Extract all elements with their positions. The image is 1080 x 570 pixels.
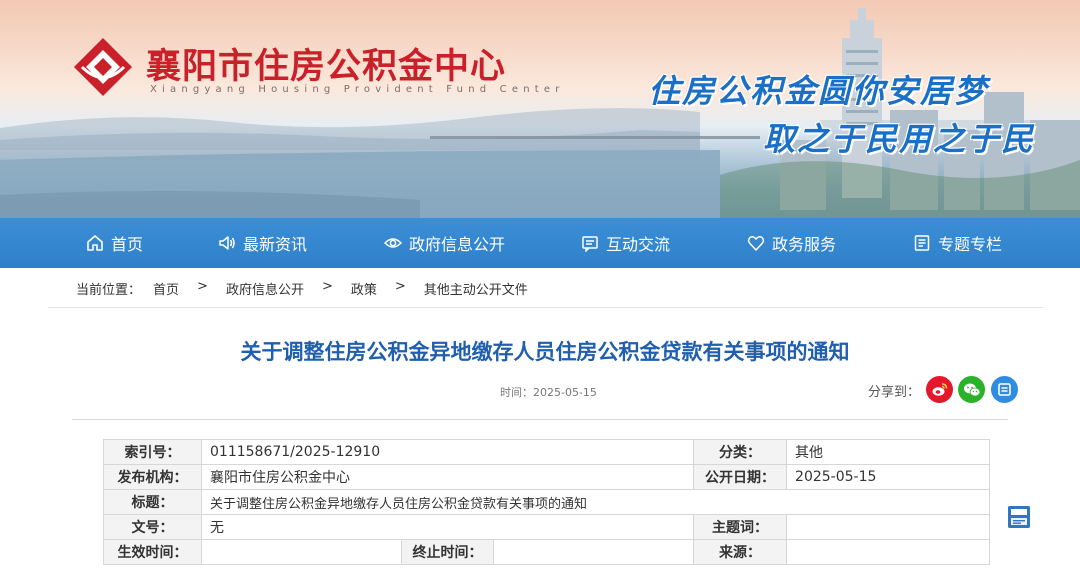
breadcrumb-separator: > <box>197 279 208 294</box>
index-value: 011158671/2025-12910 <box>200 439 695 465</box>
site-logo[interactable] <box>72 36 134 98</box>
nav-label-news: 最新资讯 <box>243 235 308 254</box>
breadcrumb-divider <box>48 307 1043 308</box>
category-label: 分类： <box>693 439 788 465</box>
document-info-table: 索引号： 011158671/2025-12910 分类： 其他 发布机构： 襄… <box>103 439 991 565</box>
share-wechat-button[interactable] <box>958 376 985 403</box>
subject-value <box>786 514 991 540</box>
heart-icon <box>747 236 765 251</box>
gov-badge-icon <box>1008 506 1030 528</box>
message-icon <box>582 236 598 252</box>
breadcrumb-link-policy[interactable]: 政策 <box>351 279 377 298</box>
category-value: 其他 <box>786 439 991 465</box>
article-header-divider <box>72 419 1008 420</box>
logo-icon <box>74 38 132 96</box>
eye-icon <box>384 238 402 248</box>
table-row: 发布机构： 襄阳市住房公积金中心 公开日期： 2025-05-15 <box>103 464 991 490</box>
speaker-icon <box>219 236 235 250</box>
effective-value <box>201 539 402 565</box>
breadcrumb-separator: > <box>394 279 406 294</box>
docno-label: 文号： <box>103 514 202 540</box>
effective-label: 生效时间： <box>103 539 202 565</box>
title-label: 标题： <box>103 489 202 515</box>
breadcrumb-link-other-docs[interactable]: 其他主动公开文件 <box>424 279 528 298</box>
breadcrumb: 当前位置： 首页 > 政府信息公开 > 政策 > 其他主动公开文件 <box>76 279 528 298</box>
share-qzone-button[interactable] <box>991 376 1018 403</box>
table-row: 文号： 无 主题词： <box>103 514 991 540</box>
docno-value: 无 <box>200 514 695 540</box>
share-label: 分享到： <box>868 385 921 400</box>
table-row: 索引号： 011158671/2025-12910 分类： 其他 <box>103 439 991 465</box>
header-banner: 襄阳市住房公积金中心 Xiangyang Housing Provident F… <box>0 0 1080 218</box>
nav-item-news[interactable]: 最新资讯 <box>218 218 307 268</box>
nav-item-home[interactable]: 首页 <box>86 218 143 268</box>
slogan-line-2: 取之于民用之于民 <box>763 120 1036 158</box>
home-icon <box>87 235 103 251</box>
nav-item-gov-info[interactable]: 政府信息公开 <box>384 218 505 268</box>
breadcrumb-link-gov-info[interactable]: 政府信息公开 <box>226 279 304 298</box>
table-row: 标题： 关于调整住房公积金异地缴存人员住房公积金贷款有关事项的通知 <box>103 489 991 515</box>
qzone-icon <box>998 383 1011 396</box>
site-subtitle: Xiangyang Housing Provident Fund Center <box>150 84 565 95</box>
site-title: 襄阳市住房公积金中心 <box>146 47 507 87</box>
table-row: 生效时间： 终止时间： 来源： <box>103 539 991 565</box>
expire-value <box>492 539 695 565</box>
index-label: 索引号： <box>103 439 202 465</box>
nav-label-gov-info: 政府信息公开 <box>409 235 506 254</box>
expire-label: 终止时间： <box>401 539 494 565</box>
title-value: 关于调整住房公积金异地缴存人员住房公积金贷款有关事项的通知 <box>200 489 991 515</box>
pubdate-value: 2025-05-15 <box>786 464 991 490</box>
publisher-label: 发布机构： <box>103 464 202 490</box>
article-title: 关于调整住房公积金异地缴存人员住房公积金贷款有关事项的通知 <box>240 340 850 364</box>
breadcrumb-prefix: 当前位置： <box>76 283 142 298</box>
nav-label-services: 政务服务 <box>772 235 837 254</box>
document-icon <box>914 235 930 251</box>
nav-item-topics[interactable]: 专题专栏 <box>913 218 1002 268</box>
nav-item-services[interactable]: 政务服务 <box>747 218 836 268</box>
nav-item-interaction[interactable]: 互动交流 <box>581 218 670 268</box>
publish-time: 时间：2025-05-15 <box>500 386 597 399</box>
pubdate-label: 公开日期： <box>693 464 788 490</box>
nav-label-topics: 专题专栏 <box>938 235 1003 254</box>
breadcrumb-link-home[interactable]: 首页 <box>153 279 179 298</box>
nav-label-home: 首页 <box>111 235 144 254</box>
slogan-line-1: 住房公积金圆你安居梦 <box>648 72 989 110</box>
source-value <box>786 539 991 565</box>
breadcrumb-separator: > <box>321 279 333 294</box>
gov-site-badge[interactable] <box>1008 506 1030 528</box>
subject-label: 主题词： <box>693 514 788 540</box>
weibo-icon <box>932 383 948 396</box>
nav-label-interaction: 互动交流 <box>606 235 671 254</box>
wechat-icon <box>963 383 980 396</box>
share-weibo-button[interactable] <box>926 376 953 403</box>
source-label: 来源： <box>693 539 788 565</box>
publisher-value: 襄阳市住房公积金中心 <box>200 464 695 490</box>
main-nav: 首页 最新资讯 政府信息公开 互动交流 政务服务 专题专栏 <box>0 218 1080 268</box>
